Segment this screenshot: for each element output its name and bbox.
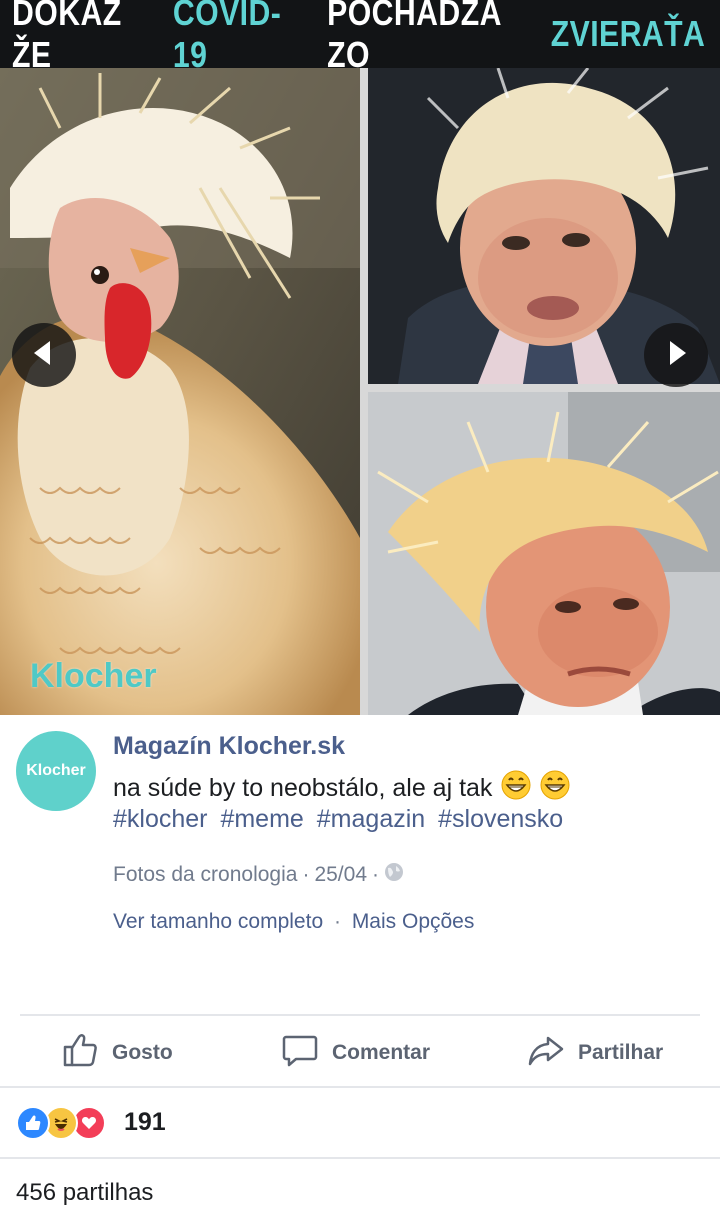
caption-text: na súde by to neobstálo, ale aj tak — [113, 774, 493, 802]
page-avatar[interactable]: Klocher — [16, 731, 96, 811]
avatar-text: Klocher — [26, 762, 86, 779]
next-photo-button[interactable] — [644, 323, 708, 387]
photo-options: Ver tamanho completo · Mais Opções — [113, 910, 474, 934]
view-full-size-link[interactable]: Ver tamanho completo — [113, 910, 323, 933]
reaction-count[interactable]: 191 — [124, 1108, 166, 1137]
thumbs-up-icon — [62, 1032, 98, 1074]
page-name-link[interactable]: Magazín Klocher.sk — [113, 732, 345, 761]
album-link[interactable]: Fotos da cronologia — [113, 863, 297, 887]
more-options-link[interactable]: Mais Opções — [352, 910, 475, 933]
hashtag-link[interactable]: #klocher — [113, 805, 208, 833]
hashtag-link[interactable]: #slovensko — [438, 805, 563, 833]
klocher-watermark: Klocher — [30, 657, 157, 695]
photo-headline: DÔKAZ ŽE COVID-19 POCHÁDZA ZO ZVIERAŤA — [0, 0, 720, 75]
separator: · — [372, 863, 380, 886]
like-label: Gosto — [112, 1041, 173, 1064]
comment-bubble-icon — [282, 1032, 318, 1074]
post-meta: Fotos da cronologia · 25/04 · — [113, 862, 404, 888]
rooster-photo — [0, 68, 360, 715]
divider — [0, 1086, 720, 1088]
separator: · — [333, 910, 341, 933]
globe-icon — [384, 862, 404, 888]
post-caption: na súde by to neobstálo, ale aj tak — [113, 770, 570, 807]
share-arrow-icon — [528, 1032, 564, 1074]
like-button[interactable]: Gosto — [62, 1032, 173, 1074]
divider — [0, 1157, 720, 1159]
separator: · — [302, 863, 310, 886]
headline-part-1: DÔKAZ ŽE — [12, 0, 122, 75]
arrow-left-icon — [28, 337, 60, 374]
share-label: Partilhar — [578, 1041, 664, 1064]
reaction-icons[interactable] — [16, 1106, 106, 1140]
comment-label: Comentar — [332, 1041, 431, 1064]
share-count[interactable]: 456 partilhas — [16, 1179, 153, 1207]
hashtag-link[interactable]: #magazin — [317, 805, 425, 833]
headline-part-4: ZVIERAŤA — [550, 13, 706, 54]
man-photo-bottom — [368, 392, 720, 715]
post-date[interactable]: 25/04 — [314, 863, 367, 887]
comment-button[interactable]: Comentar — [282, 1032, 430, 1074]
arrow-right-icon — [660, 337, 692, 374]
headline-part-3: POCHÁDZA ZO — [327, 0, 501, 75]
post-photo[interactable]: DÔKAZ ŽE COVID-19 POCHÁDZA ZO ZVIERAŤA K… — [0, 0, 720, 715]
headline-part-2: COVID-19 — [172, 0, 282, 75]
share-button[interactable]: Partilhar — [528, 1032, 663, 1074]
post-hashtags: #klocher #meme #magazin #slovensko — [113, 805, 569, 834]
grinning-face-emoji-icon — [501, 770, 531, 807]
previous-photo-button[interactable] — [12, 323, 76, 387]
like-reaction-icon — [16, 1106, 50, 1140]
divider — [20, 1014, 700, 1016]
grinning-face-emoji-icon — [540, 770, 570, 807]
hashtag-link[interactable]: #meme — [220, 805, 303, 833]
